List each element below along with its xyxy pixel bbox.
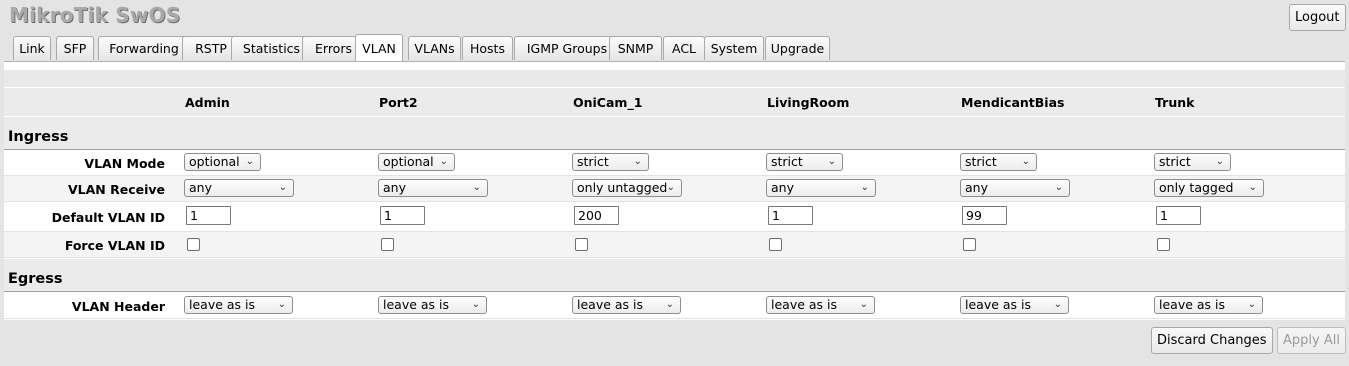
tab-vlans[interactable]: VLANs xyxy=(408,36,461,60)
chevron-down-icon: ⌄ xyxy=(1054,182,1063,193)
chevron-down-icon: ⌄ xyxy=(277,299,286,310)
default-vlan-id-input[interactable]: 200 xyxy=(574,206,619,225)
chevron-down-icon: ⌄ xyxy=(1248,182,1257,193)
egress-section: Egress xyxy=(4,259,1345,292)
vlan-panel: Admin Port2 OniCam_1 LivingRoom Mendican… xyxy=(4,61,1345,364)
chevron-down-icon: ⌄ xyxy=(665,299,674,310)
vlan-receive-select[interactable]: any ⌄ xyxy=(184,179,294,197)
vlan-mode-select[interactable]: strict ⌄ xyxy=(1154,153,1231,171)
default-vlan-id-label: Default VLAN ID xyxy=(51,210,165,225)
force-vlan-id-label: Force VLAN ID xyxy=(64,238,165,253)
vlan-mode-select[interactable]: strict ⌄ xyxy=(572,153,649,171)
chevron-down-icon: ⌄ xyxy=(860,182,869,193)
vlan-mode-select[interactable]: optional ⌄ xyxy=(184,153,261,171)
vlan-header-row: VLAN Header leave as is ⌄ leave as is ⌄ le… xyxy=(4,293,1345,319)
tab-forwarding[interactable]: Forwarding xyxy=(98,36,190,60)
vlan-receive-row: VLAN Receive any ⌄ any ⌄ only untagged ⌄ an… xyxy=(4,176,1345,202)
port-header: LivingRoom xyxy=(767,95,850,110)
default-vlan-id-input[interactable]: 1 xyxy=(1156,206,1201,225)
vlan-mode-select[interactable]: optional ⌄ xyxy=(378,153,455,171)
chevron-down-icon: ⌄ xyxy=(1247,299,1256,310)
vlan-header-select[interactable]: leave as is ⌄ xyxy=(572,296,681,314)
chevron-down-icon: ⌄ xyxy=(859,299,868,310)
vlan-receive-select[interactable]: only tagged ⌄ xyxy=(1154,179,1264,197)
chevron-down-icon: ⌄ xyxy=(1021,156,1030,167)
vlan-header-select[interactable]: leave as is ⌄ xyxy=(184,296,293,314)
port-header: OniCam_1 xyxy=(573,95,643,110)
vlan-header-label: VLAN Header xyxy=(71,299,165,314)
tab-snmp[interactable]: SNMP xyxy=(609,36,662,60)
tab-sfp[interactable]: SFP xyxy=(56,36,94,60)
vlan-header-select[interactable]: leave as is ⌄ xyxy=(766,296,875,314)
chevron-down-icon: ⌄ xyxy=(633,156,642,167)
force-vlan-id-checkbox[interactable] xyxy=(187,238,200,251)
chevron-down-icon: ⌄ xyxy=(666,182,675,193)
force-vlan-id-checkbox[interactable] xyxy=(381,238,394,251)
force-vlan-id-checkbox[interactable] xyxy=(769,238,782,251)
default-vlan-id-input[interactable]: 99 xyxy=(962,206,1007,225)
apply-all-button[interactable]: Apply All xyxy=(1277,327,1346,354)
tab-statistics[interactable]: Statistics xyxy=(231,36,312,60)
vlan-receive-select[interactable]: any ⌄ xyxy=(960,179,1070,197)
tab-vlan[interactable]: VLAN xyxy=(355,34,403,61)
force-vlan-id-checkbox[interactable] xyxy=(1157,238,1170,251)
tab-upgrade[interactable]: Upgrade xyxy=(765,36,830,60)
force-vlan-id-checkbox[interactable] xyxy=(963,238,976,251)
default-vlan-id-input[interactable]: 1 xyxy=(380,206,425,225)
port-header: Admin xyxy=(185,95,230,110)
force-vlan-id-row: Force VLAN ID xyxy=(4,232,1345,258)
vlan-receive-select[interactable]: any ⌄ xyxy=(766,179,876,197)
force-vlan-id-checkbox[interactable] xyxy=(575,238,588,251)
ingress-heading: Ingress xyxy=(8,129,69,145)
discard-changes-button[interactable]: Discard Changes xyxy=(1151,327,1273,354)
tab-link[interactable]: Link xyxy=(13,36,51,60)
vlan-receive-label: VLAN Receive xyxy=(67,182,165,197)
tab-hosts[interactable]: Hosts xyxy=(462,36,513,60)
vlan-header-select[interactable]: leave as is ⌄ xyxy=(960,296,1069,314)
chevron-down-icon: ⌄ xyxy=(439,156,448,167)
port-header-row: Admin Port2 OniCam_1 LivingRoom Mendican… xyxy=(4,88,1345,116)
port-header: Port2 xyxy=(379,95,418,110)
port-header: MendicantBias xyxy=(961,95,1065,110)
vlan-mode-row: VLAN Mode optional ⌄ optional ⌄ strict ⌄ st… xyxy=(4,150,1345,176)
chevron-down-icon: ⌄ xyxy=(1215,156,1224,167)
egress-heading: Egress xyxy=(8,271,63,287)
app-title: MikroTik SwOS xyxy=(9,3,181,27)
vlan-mode-select[interactable]: strict ⌄ xyxy=(960,153,1037,171)
vlan-header-select[interactable]: leave as is ⌄ xyxy=(378,296,487,314)
chevron-down-icon: ⌄ xyxy=(471,299,480,310)
chevron-down-icon: ⌄ xyxy=(472,182,481,193)
tab-igmp-groups[interactable]: IGMP Groups xyxy=(514,36,620,60)
chevron-down-icon: ⌄ xyxy=(278,182,287,193)
vlan-mode-select[interactable]: strict ⌄ xyxy=(766,153,843,171)
action-bar xyxy=(4,320,1345,364)
vlan-receive-select[interactable]: only untagged ⌄ xyxy=(572,179,682,197)
vlan-mode-label: VLAN Mode xyxy=(84,156,165,171)
chevron-down-icon: ⌄ xyxy=(245,156,254,167)
tab-acl[interactable]: ACL xyxy=(663,36,705,60)
vlan-receive-select[interactable]: any ⌄ xyxy=(378,179,488,197)
chevron-down-icon: ⌄ xyxy=(827,156,836,167)
default-vlan-id-input[interactable]: 1 xyxy=(186,206,231,225)
port-header: Trunk xyxy=(1155,95,1195,110)
tab-system[interactable]: System xyxy=(704,36,764,60)
vlan-header-select[interactable]: leave as is ⌄ xyxy=(1154,296,1263,314)
ingress-section: Ingress xyxy=(4,117,1345,150)
panel-top-bar xyxy=(4,70,1345,87)
default-vlan-id-input[interactable]: 1 xyxy=(768,206,813,225)
chevron-down-icon: ⌄ xyxy=(1053,299,1062,310)
default-vlan-id-row: Default VLAN ID 1 1 200 1 99 1 xyxy=(4,202,1345,232)
logout-button[interactable]: Logout xyxy=(1289,4,1346,31)
